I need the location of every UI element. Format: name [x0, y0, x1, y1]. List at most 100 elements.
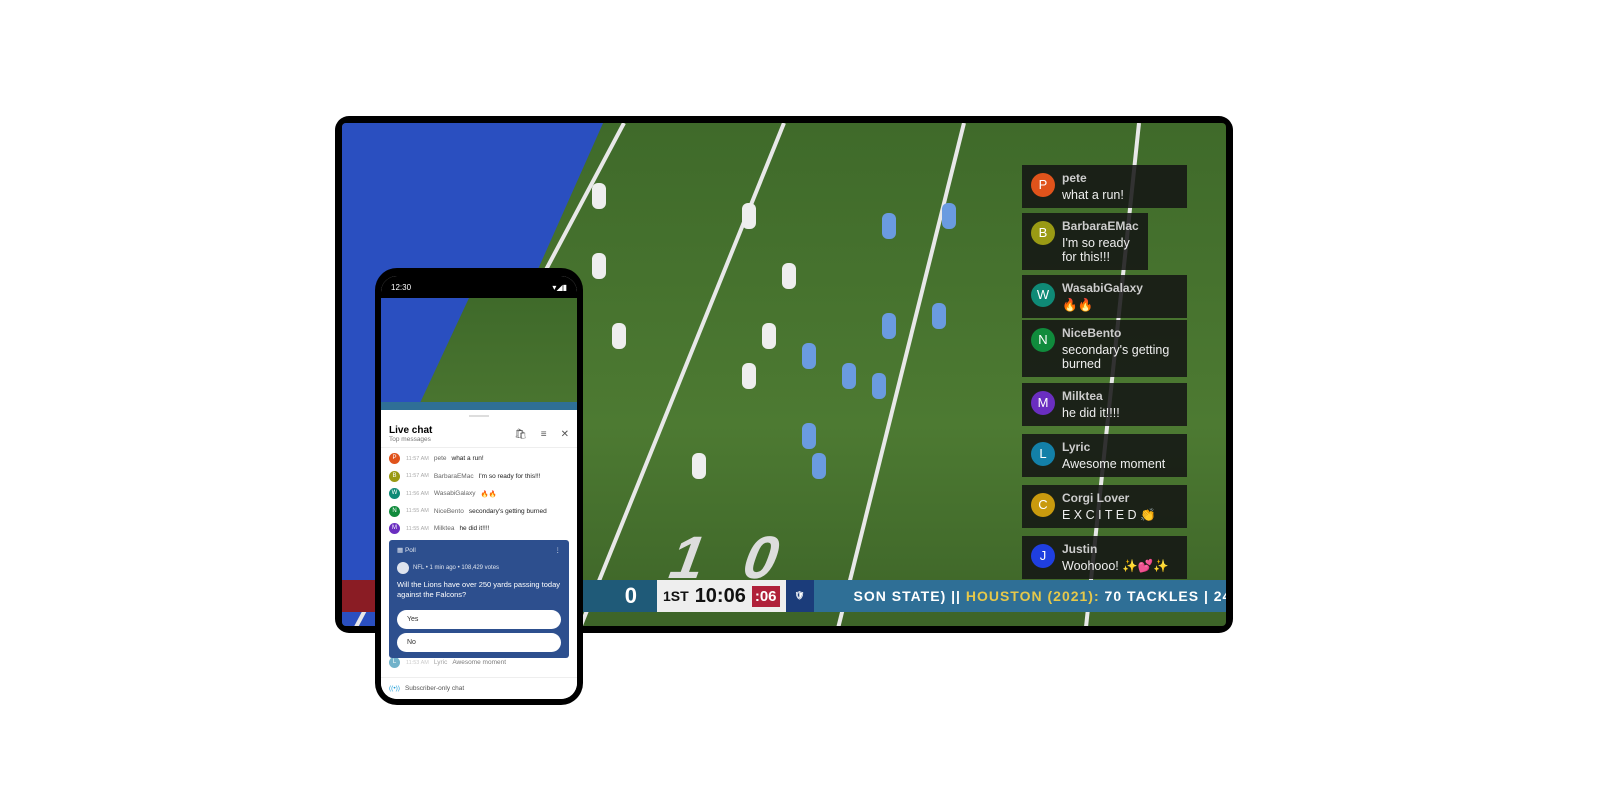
chat-subtitle[interactable]: Top messages	[389, 436, 432, 443]
poll-label: Poll	[404, 546, 416, 554]
message-text: Woohooo! ✨💕✨	[1062, 559, 1169, 573]
message-author: Lyric	[1062, 440, 1091, 454]
avatar: J	[1031, 544, 1055, 568]
player	[782, 263, 796, 289]
ticker-highlight: HOUSTON (2021):	[965, 588, 1100, 604]
avatar: W	[1031, 283, 1055, 307]
message-author: Milktea	[433, 525, 455, 533]
game-clock: 10:06	[694, 584, 746, 607]
avatar: L	[1031, 442, 1055, 466]
player	[802, 343, 816, 369]
player	[692, 453, 706, 479]
chat-footer: ((•)) Subscriber-only chat	[381, 677, 577, 699]
message-time: 11:55 AM	[406, 508, 429, 515]
ticker-text: 70 TACKLES | 24.5 TF	[1104, 588, 1226, 604]
chat-message: M 11:55 AM Milktea he did it!!!!	[381, 520, 577, 538]
tv-chat-message: C Corgi Lover E X C I T E D 👏	[1022, 485, 1187, 528]
nfl-logo-icon: 🛡	[785, 580, 814, 612]
avatar: M	[389, 523, 400, 535]
tv-chat-message: J Justin Woohooo! ✨💕✨	[1022, 536, 1187, 579]
more-options-icon[interactable]: ⋮	[555, 546, 562, 554]
message-author: WasabiGalaxy	[433, 490, 476, 498]
player	[812, 453, 826, 479]
subscriber-only-label: Subscriber-only chat	[404, 685, 465, 692]
chat-message: W 11:56 AM WasabiGalaxy 🔥🔥	[381, 485, 577, 503]
phone-video-player[interactable]	[381, 298, 577, 410]
tv-chat-message: B BarbaraEMac I'm so ready for this!!!	[1022, 213, 1148, 270]
broadcast-icon: ((•))	[389, 685, 400, 692]
player	[742, 363, 756, 389]
chat-title: Live chat	[389, 425, 433, 436]
message-text: I'm so ready for this!!!	[478, 472, 541, 480]
shopping-bag-icon[interactable]: 🛍	[514, 429, 527, 440]
player	[762, 323, 776, 349]
message-text: secondary's getting burned	[468, 507, 547, 515]
message-text: Awesome moment	[452, 659, 507, 666]
ticker: SON STATE) || HOUSTON (2021): 70 TACKLES…	[813, 580, 1226, 612]
avatar: B	[389, 470, 400, 482]
avatar: C	[1031, 493, 1055, 517]
signal-battery-icon: ▾◢▮	[552, 282, 567, 292]
avatar: P	[1031, 173, 1055, 197]
player	[592, 253, 606, 279]
message-text: he did it!!!!	[1062, 406, 1120, 420]
chat-message: B 11:57 AM BarbaraEMac I'm so ready for thi…	[381, 468, 577, 486]
avatar: B	[1031, 221, 1055, 245]
player	[942, 203, 956, 229]
message-author: NiceBento	[433, 507, 464, 515]
tv-chat-message: W WasabiGalaxy 🔥🔥	[1022, 275, 1187, 318]
ticker-text: SON STATE) ||	[853, 588, 961, 604]
message-author: pete	[1062, 171, 1087, 185]
player	[802, 423, 816, 449]
avatar: W	[389, 488, 400, 500]
poll-question: Will the Lions have over 250 yards passi…	[397, 579, 561, 599]
message-author: WasabiGalaxy	[1062, 281, 1143, 295]
quarter: 1ST	[663, 588, 689, 604]
message-author: Corgi Lover	[1062, 491, 1130, 505]
status-bar: 12:30 ▾◢▮	[381, 276, 577, 298]
message-text: what a run!	[451, 455, 484, 463]
message-time: 11:57 AM	[406, 455, 429, 462]
message-text: I'm so ready for this!!!	[1062, 236, 1130, 264]
message-text: 🔥🔥	[1062, 298, 1094, 312]
avatar: L	[389, 657, 400, 668]
message-author: Lyric	[433, 659, 448, 666]
message-author: BarbaraEMac	[1062, 219, 1139, 233]
poll-card: ▦ Poll ⋮ NFL • 1 min ago • 108,429 votes…	[389, 539, 569, 658]
poll-option-yes[interactable]: Yes	[397, 609, 561, 629]
player	[842, 363, 856, 389]
message-time: 11:56 AM	[406, 490, 429, 497]
nfl-avatar	[397, 561, 409, 574]
message-time: 11:53 AM	[406, 659, 429, 666]
poll-meta: NFL • 1 min ago • 108,429 votes	[413, 564, 500, 571]
player	[872, 373, 886, 399]
message-time: 11:57 AM	[406, 473, 429, 480]
message-text: secondary's getting burned	[1062, 343, 1170, 371]
message-text: what a run!	[1062, 188, 1124, 202]
tv-chat-message: L Lyric Awesome moment	[1022, 434, 1187, 477]
tv-chat-message: Ppete what a run!	[1022, 165, 1187, 208]
player	[882, 313, 896, 339]
clock: 12:30	[391, 282, 412, 292]
filter-icon[interactable]: ≡	[541, 429, 547, 440]
player	[932, 303, 946, 329]
message-author: BarbaraEMac	[433, 472, 474, 480]
close-icon[interactable]: ✕	[561, 429, 569, 440]
avatar: N	[389, 505, 400, 517]
poll-option-no[interactable]: No	[397, 632, 561, 652]
player	[882, 213, 896, 239]
message-time: 11:55 AM	[406, 525, 429, 532]
chat-message: P 11:57 AM pete what a run!	[381, 450, 577, 468]
tv-chat-message: M Milktea he did it!!!!	[1022, 383, 1187, 426]
avatar: M	[1031, 391, 1055, 415]
avatar: P	[389, 453, 400, 465]
message-text: 🔥🔥	[480, 490, 497, 498]
chat-message: N 11:55 AM NiceBento secondary's getting bu…	[381, 503, 577, 521]
message-author: NiceBento	[1062, 326, 1122, 340]
tv-chat-message: N NiceBento secondary's getting burned	[1022, 320, 1187, 377]
player	[592, 183, 606, 209]
avatar: N	[1031, 328, 1055, 352]
player	[742, 203, 756, 229]
chat-message: L 11:53 AM Lyric Awesome moment	[381, 657, 577, 668]
message-text: Awesome moment	[1062, 457, 1166, 471]
